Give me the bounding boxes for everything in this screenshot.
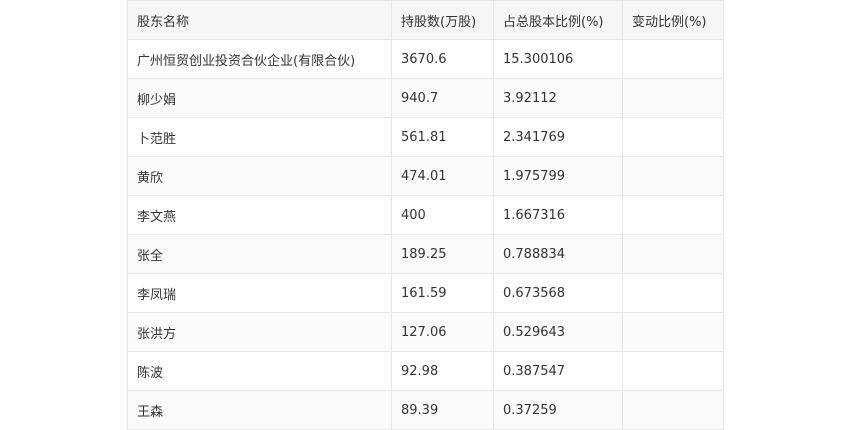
table-row: 广州恒贸创业投资合伙企业(有限合伙) 3670.6 15.300106	[127, 39, 724, 79]
cell-share-ratio: 1.667316	[493, 195, 623, 235]
cell-shareholder-name: 李文燕	[127, 195, 392, 235]
cell-shares-held: 189.25	[391, 234, 494, 274]
table-row: 王森 89.39 0.37259	[127, 390, 724, 430]
table-row: 卜范胜 561.81 2.341769	[127, 117, 724, 157]
cell-change-ratio	[622, 117, 724, 157]
cell-share-ratio: 3.92112	[493, 78, 623, 118]
table-body: 广州恒贸创业投资合伙企业(有限合伙) 3670.6 15.300106 柳少娟 940.…	[127, 39, 724, 430]
cell-shares-held: 92.98	[391, 351, 494, 391]
cell-shares-held: 3670.6	[391, 39, 494, 79]
cell-shareholder-name: 广州恒贸创业投资合伙企业(有限合伙)	[127, 39, 392, 79]
cell-change-ratio	[622, 78, 724, 118]
header-shares-held: 持股数(万股)	[391, 0, 494, 40]
header-row: 股东名称 持股数(万股) 占总股本比例(%) 变动比例(%)	[127, 0, 724, 40]
cell-shareholder-name: 张全	[127, 234, 392, 274]
cell-shareholder-name: 李凤瑞	[127, 273, 392, 313]
cell-share-ratio: 15.300106	[493, 39, 623, 79]
cell-shareholder-name: 卜范胜	[127, 117, 392, 157]
table-row: 黄欣 474.01 1.975799	[127, 156, 724, 196]
cell-shares-held: 89.39	[391, 390, 494, 430]
table-header: 股东名称 持股数(万股) 占总股本比例(%) 变动比例(%)	[127, 0, 724, 40]
table-row: 张洪方 127.06 0.529643	[127, 312, 724, 352]
table-row: 陈波 92.98 0.387547	[127, 351, 724, 391]
cell-shares-held: 161.59	[391, 273, 494, 313]
header-shareholder-name: 股东名称	[127, 0, 392, 40]
cell-shareholder-name: 柳少娟	[127, 78, 392, 118]
cell-change-ratio	[622, 234, 724, 274]
header-change-ratio: 变动比例(%)	[622, 0, 724, 40]
cell-change-ratio	[622, 195, 724, 235]
cell-share-ratio: 0.529643	[493, 312, 623, 352]
cell-change-ratio	[622, 390, 724, 430]
cell-share-ratio: 1.975799	[493, 156, 623, 196]
cell-shares-held: 940.7	[391, 78, 494, 118]
cell-shareholder-name: 张洪方	[127, 312, 392, 352]
cell-share-ratio: 0.788834	[493, 234, 623, 274]
header-share-ratio: 占总股本比例(%)	[493, 0, 623, 40]
cell-change-ratio	[622, 39, 724, 79]
table-row: 张全 189.25 0.788834	[127, 234, 724, 274]
cell-share-ratio: 0.387547	[493, 351, 623, 391]
table-row: 李文燕 400 1.667316	[127, 195, 724, 235]
cell-share-ratio: 0.673568	[493, 273, 623, 313]
cell-shares-held: 561.81	[391, 117, 494, 157]
table-row: 柳少娟 940.7 3.92112	[127, 78, 724, 118]
table-row: 李凤瑞 161.59 0.673568	[127, 273, 724, 313]
cell-share-ratio: 2.341769	[493, 117, 623, 157]
cell-shareholder-name: 陈波	[127, 351, 392, 391]
cell-shares-held: 127.06	[391, 312, 494, 352]
shareholder-table: 股东名称 持股数(万股) 占总股本比例(%) 变动比例(%) 广州恒贸创业投资合…	[127, 0, 724, 430]
cell-shareholder-name: 王森	[127, 390, 392, 430]
cell-change-ratio	[622, 156, 724, 196]
cell-shareholder-name: 黄欣	[127, 156, 392, 196]
cell-share-ratio: 0.37259	[493, 390, 623, 430]
cell-change-ratio	[622, 351, 724, 391]
cell-shares-held: 474.01	[391, 156, 494, 196]
cell-shares-held: 400	[391, 195, 494, 235]
shareholder-table-container: 股东名称 持股数(万股) 占总股本比例(%) 变动比例(%) 广州恒贸创业投资合…	[127, 0, 724, 430]
cell-change-ratio	[622, 273, 724, 313]
cell-change-ratio	[622, 312, 724, 352]
